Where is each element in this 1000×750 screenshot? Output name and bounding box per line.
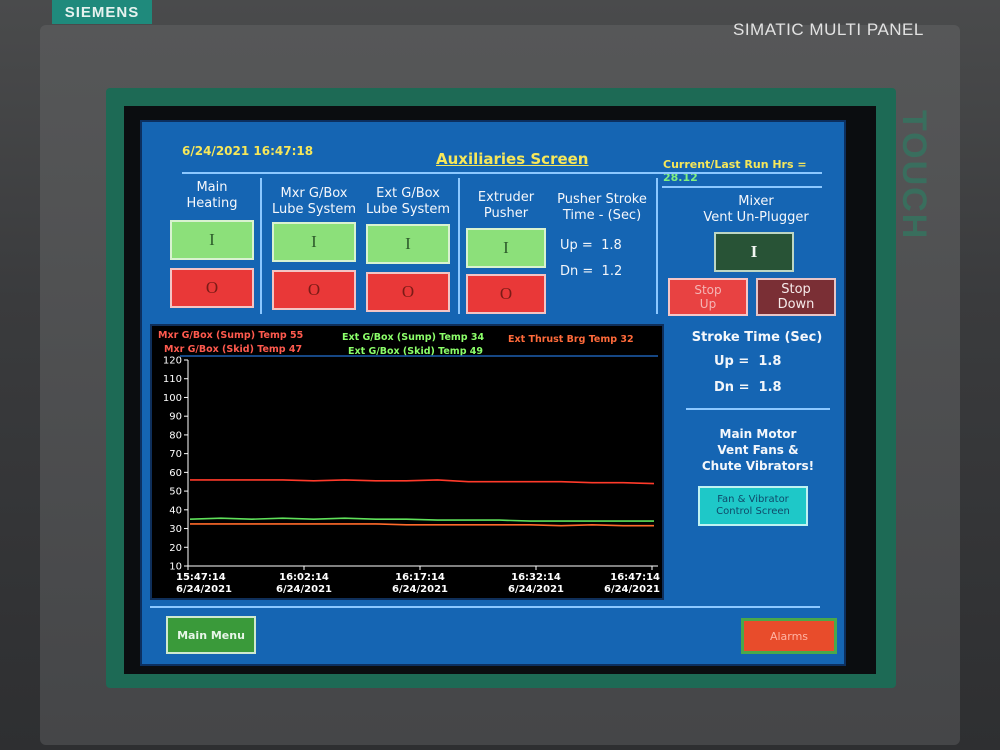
pusher-stroke-title: Pusher Stroke Time - (Sec) <box>557 192 647 223</box>
run-hours: Current/Last Run Hrs = 28.12 <box>663 158 844 184</box>
x-tick-time: 15:47:14 <box>176 572 226 583</box>
stroke-time-up: Up = 1.8 <box>714 354 782 369</box>
x-tick-date: 6/24/2021 <box>276 584 332 595</box>
stop-down-button[interactable]: Stop Down <box>756 278 836 316</box>
header-divider <box>182 172 822 174</box>
stroke-time-title: Stroke Time (Sec) <box>691 330 823 345</box>
bottom-divider <box>150 606 820 608</box>
main-motor-text: Main Motor Vent Fans & Chute Vibrators! <box>701 427 815 473</box>
x-tick-time: 16:02:14 <box>279 572 329 583</box>
datetime: 6/24/2021 16:47:18 <box>182 144 314 158</box>
y-tick-label: 30 <box>169 524 182 535</box>
fan-vibrator-button[interactable]: Fan & Vibrator Control Screen <box>698 486 808 526</box>
y-tick-label: 80 <box>169 430 182 441</box>
extruder-pusher-on-button[interactable]: I <box>466 228 546 268</box>
x-tick-date: 6/24/2021 <box>392 584 448 595</box>
screen-title: Auxiliaries Screen <box>436 150 589 168</box>
divider-1 <box>260 178 262 314</box>
mixer-divider <box>662 186 822 188</box>
ext-lube-off-button[interactable]: O <box>366 272 450 312</box>
pusher-stroke-dn: Dn = 1.2 <box>560 264 623 279</box>
mixer-vent-on-button[interactable]: I <box>714 232 794 272</box>
mxr-lube-title: Mxr G/Box Lube System <box>271 186 357 217</box>
run-hours-label: Current/Last Run Hrs = <box>663 158 807 171</box>
pusher-stroke-up: Up = 1.8 <box>560 238 622 253</box>
y-tick-label: 120 <box>163 356 182 367</box>
y-tick-label: 20 <box>169 543 182 554</box>
x-tick-date: 6/24/2021 <box>508 584 564 595</box>
main-heating-title: Main Heating <box>186 180 238 211</box>
trend-series-0 <box>190 479 655 485</box>
brand-logo: SIEMENS <box>52 0 152 24</box>
trend-series-2 <box>190 523 654 527</box>
mixer-vent-title: Mixer Vent Un-Plugger <box>703 194 809 225</box>
main-heating-off-button[interactable]: O <box>170 268 254 308</box>
main-menu-button[interactable]: Main Menu <box>166 616 256 654</box>
main-heating-on-button[interactable]: I <box>170 220 254 260</box>
ext-lube-on-button[interactable]: I <box>366 224 450 264</box>
y-tick-label: 40 <box>169 505 182 516</box>
trend-series-1 <box>189 517 654 522</box>
mxr-lube-off-button[interactable]: O <box>272 270 356 310</box>
x-tick-date: 6/24/2021 <box>176 584 232 595</box>
ext-lube-title: Ext G/Box Lube System <box>365 186 451 217</box>
divider-2 <box>458 178 460 314</box>
x-tick-time: 16:32:14 <box>511 572 561 583</box>
touch-label: TOUCH <box>895 110 933 241</box>
y-tick-label: 70 <box>169 449 182 460</box>
extruder-pusher-title: Extruder Pusher <box>477 190 535 221</box>
x-tick-time: 16:47:14 <box>610 572 660 583</box>
extruder-pusher-off-button[interactable]: O <box>466 274 546 314</box>
y-tick-label: 100 <box>163 393 182 404</box>
trend-chart: Mxr G/Box (Sump) Temp 55 Mxr G/Box (Skid… <box>150 324 664 600</box>
stop-up-button[interactable]: Stop Up <box>668 278 748 316</box>
hmi-screen: 6/24/2021 16:47:18 Auxiliaries Screen Cu… <box>140 120 846 666</box>
alarms-button[interactable]: Alarms <box>741 618 837 654</box>
motor-divider <box>686 408 830 410</box>
stroke-time-dn: Dn = 1.8 <box>714 380 782 395</box>
y-tick-label: 10 <box>169 562 182 573</box>
model-label: SIMATIC MULTI PANEL <box>733 20 924 39</box>
y-tick-label: 50 <box>169 487 182 498</box>
divider-3 <box>656 178 658 314</box>
y-tick-label: 110 <box>163 374 182 385</box>
y-tick-label: 90 <box>169 412 182 423</box>
trend-plot: 12011010090807060504030201015:47:146/24/… <box>163 355 660 595</box>
x-tick-date: 6/24/2021 <box>604 584 660 595</box>
mxr-lube-on-button[interactable]: I <box>272 222 356 262</box>
x-tick-time: 16:17:14 <box>395 572 445 583</box>
y-tick-label: 60 <box>169 468 182 479</box>
